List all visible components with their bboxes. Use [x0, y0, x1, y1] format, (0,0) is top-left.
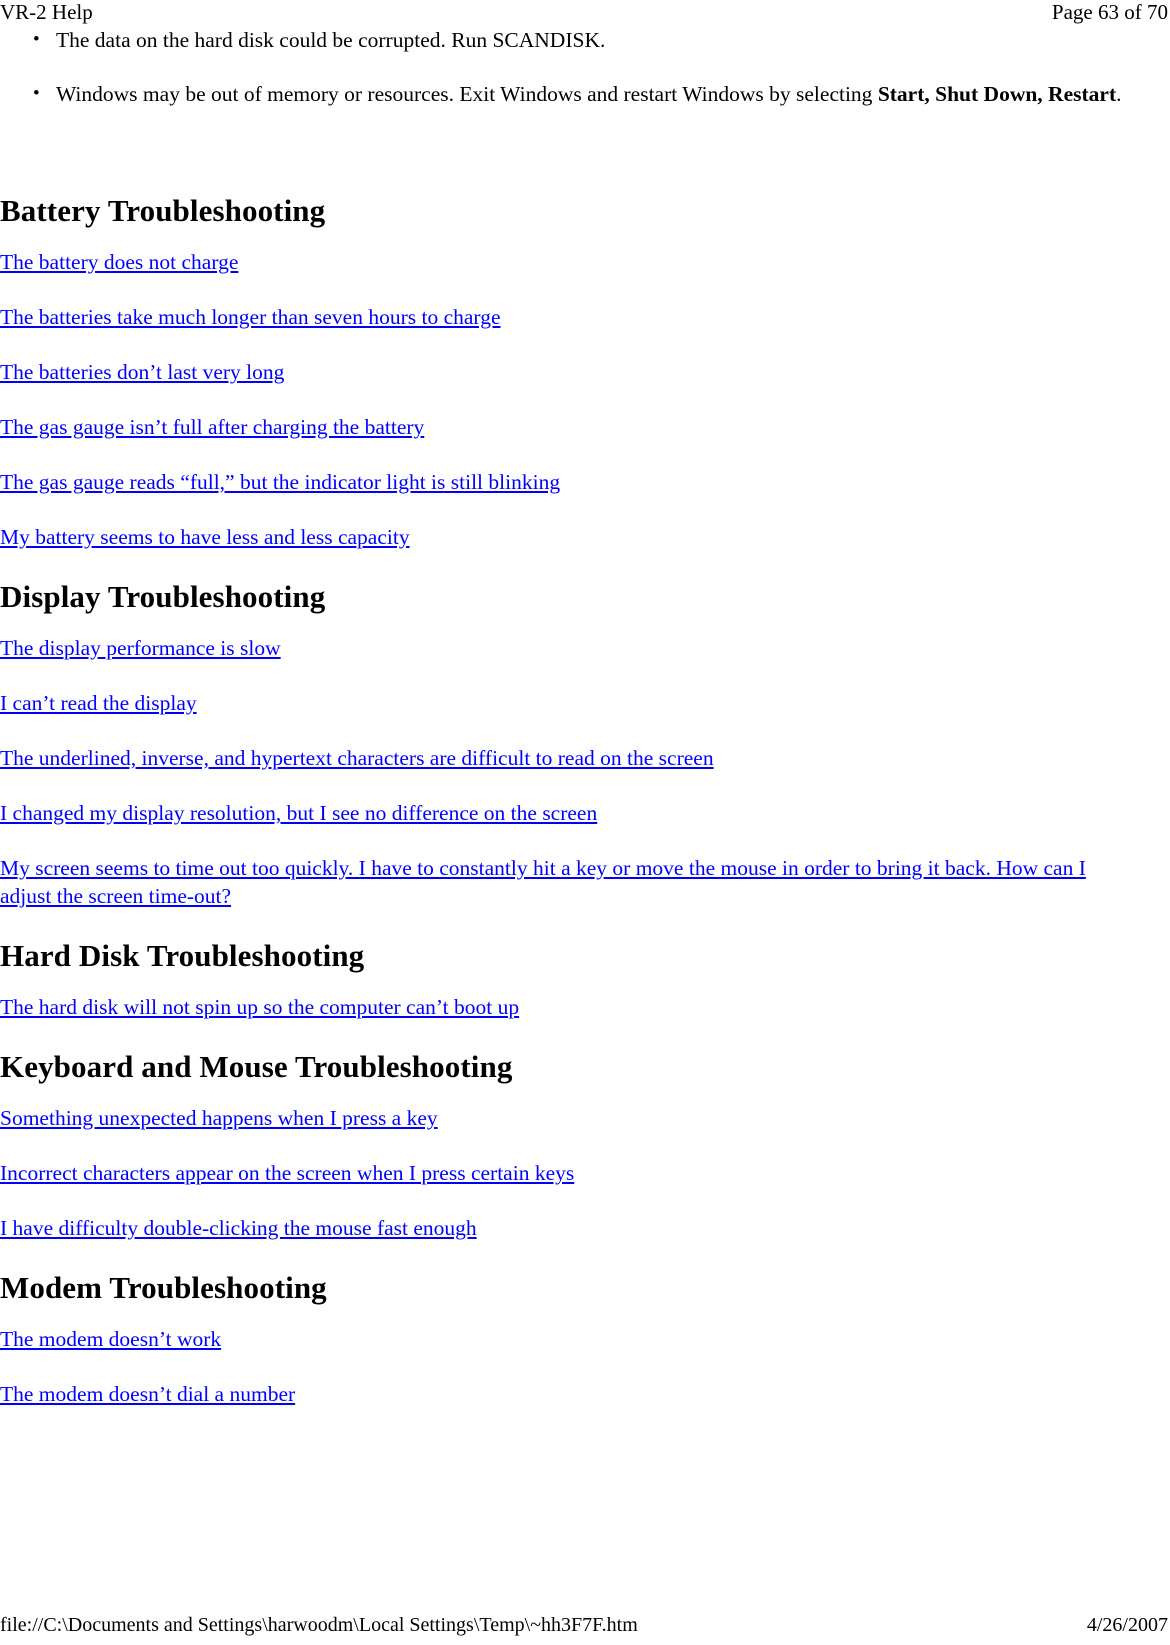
- footer-file-path: file://C:\Documents and Settings\harwood…: [0, 1614, 638, 1636]
- help-link-screen-times-out-too-quickly[interactable]: My screen seems to time out too quickly.…: [0, 854, 1105, 910]
- help-link-double-click-difficulty[interactable]: I have difficulty double-clicking the mo…: [0, 1214, 477, 1242]
- list-item-text: The data on the hard disk could be corru…: [56, 28, 606, 52]
- list-item-text-tail: .: [1116, 82, 1122, 106]
- section-heading-keyboard-mouse: Keyboard and Mouse Troubleshooting: [0, 1049, 513, 1084]
- header-document-title: VR-2 Help: [0, 0, 93, 24]
- list-item-text-lead: Windows may be out of memory or resource…: [56, 82, 878, 106]
- header-page-number: Page 63 of 70: [1051, 0, 1168, 24]
- help-link-something-unexpected-key[interactable]: Something unexpected happens when I pres…: [0, 1104, 438, 1132]
- running-footer: file://C:\Documents and Settings\harwood…: [0, 1613, 1170, 1637]
- help-link-batteries-dont-last-long[interactable]: The batteries don’t last very long: [0, 358, 284, 386]
- help-link-modem-doesnt-dial[interactable]: The modem doesn’t dial a number: [0, 1380, 295, 1408]
- section-heading-battery: Battery Troubleshooting: [0, 193, 326, 228]
- bullet-icon: •: [33, 83, 40, 104]
- troubleshooting-bullet-list: • The data on the hard disk could be cor…: [0, 26, 1170, 108]
- section-heading-hard-disk: Hard Disk Troubleshooting: [0, 938, 365, 973]
- document-content: • The data on the hard disk could be cor…: [0, 26, 1170, 1435]
- section-heading-display: Display Troubleshooting: [0, 579, 326, 614]
- help-link-hard-disk-will-not-spin-up[interactable]: The hard disk will not spin up so the co…: [0, 993, 519, 1021]
- help-link-changed-display-resolution[interactable]: I changed my display resolution, but I s…: [0, 799, 597, 827]
- help-link-gas-gauge-not-full[interactable]: The gas gauge isn’t full after charging …: [0, 413, 424, 441]
- section-heading-modem: Modem Troubleshooting: [0, 1270, 327, 1305]
- link-list-hard-disk: The hard disk will not spin up so the co…: [0, 993, 1170, 1021]
- link-list-modem: The modem doesn’t work The modem doesn’t…: [0, 1325, 1170, 1408]
- section-hard-disk-troubleshooting: Hard Disk Troubleshooting The hard disk …: [0, 937, 1170, 1021]
- help-link-gas-gauge-full-blinking[interactable]: The gas gauge reads “full,” but the indi…: [0, 468, 560, 496]
- link-list-keyboard-mouse: Something unexpected happens when I pres…: [0, 1104, 1170, 1242]
- bullet-icon: •: [33, 29, 40, 50]
- section-keyboard-mouse-troubleshooting: Keyboard and Mouse Troubleshooting Somet…: [0, 1048, 1170, 1242]
- section-display-troubleshooting: Display Troubleshooting The display perf…: [0, 578, 1170, 910]
- help-link-incorrect-characters[interactable]: Incorrect characters appear on the scree…: [0, 1159, 574, 1187]
- link-list-battery: The battery does not charge The batterie…: [0, 248, 1170, 551]
- help-link-display-performance-slow[interactable]: The display performance is slow: [0, 634, 281, 662]
- list-item: • Windows may be out of memory or resour…: [0, 80, 1170, 108]
- help-link-underlined-inverse-hypertext[interactable]: The underlined, inverse, and hypertext c…: [0, 744, 714, 772]
- section-battery-troubleshooting: Battery Troubleshooting The battery does…: [0, 192, 1170, 551]
- help-link-cannot-read-display[interactable]: I can’t read the display: [0, 689, 197, 717]
- help-link-modem-doesnt-work[interactable]: The modem doesn’t work: [0, 1325, 221, 1353]
- help-link-battery-less-capacity[interactable]: My battery seems to have less and less c…: [0, 523, 410, 551]
- running-header: VR-2 Help Page 63 of 70: [0, 0, 1170, 26]
- footer-date: 4/26/2007: [1086, 1614, 1168, 1636]
- help-link-battery-does-not-charge[interactable]: The battery does not charge: [0, 248, 238, 276]
- list-item: • The data on the hard disk could be cor…: [0, 26, 1170, 54]
- help-page: VR-2 Help Page 63 of 70 • The data on th…: [0, 0, 1170, 1645]
- help-link-batteries-take-longer-to-charge[interactable]: The batteries take much longer than seve…: [0, 303, 501, 331]
- list-item-text: Windows may be out of memory or resource…: [56, 82, 1121, 106]
- section-modem-troubleshooting: Modem Troubleshooting The modem doesn’t …: [0, 1269, 1170, 1408]
- link-list-display: The display performance is slow I can’t …: [0, 634, 1170, 910]
- list-item-text-emphasis: Start, Shut Down, Restart: [877, 82, 1117, 106]
